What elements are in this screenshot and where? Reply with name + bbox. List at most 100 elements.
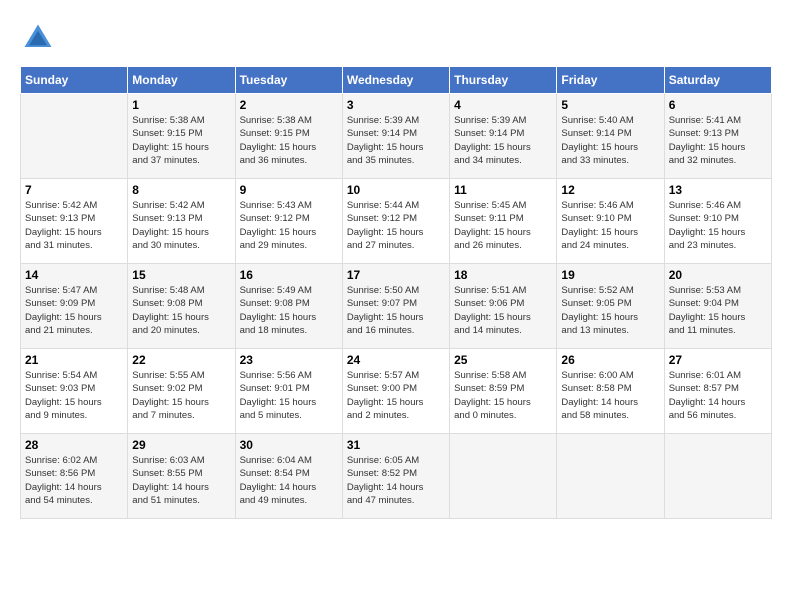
day-info: Sunrise: 5:58 AM Sunset: 8:59 PM Dayligh… xyxy=(454,369,552,422)
column-header-sunday: Sunday xyxy=(21,67,128,94)
calendar-cell: 1 Sunrise: 5:38 AM Sunset: 9:15 PM Daylig… xyxy=(128,94,235,179)
column-header-thursday: Thursday xyxy=(450,67,557,94)
day-info: Sunrise: 5:48 AM Sunset: 9:08 PM Dayligh… xyxy=(132,284,230,337)
day-number: 9 xyxy=(240,183,338,197)
day-info: Sunrise: 6:03 AM Sunset: 8:55 PM Dayligh… xyxy=(132,454,230,507)
calendar-cell: 31 Sunrise: 6:05 AM Sunset: 8:52 PM Dayli… xyxy=(342,434,449,519)
day-number: 8 xyxy=(132,183,230,197)
day-info: Sunrise: 5:43 AM Sunset: 9:12 PM Dayligh… xyxy=(240,199,338,252)
column-header-monday: Monday xyxy=(128,67,235,94)
calendar-cell: 26 Sunrise: 6:00 AM Sunset: 8:58 PM Dayli… xyxy=(557,349,664,434)
calendar-cell: 14 Sunrise: 5:47 AM Sunset: 9:09 PM Dayli… xyxy=(21,264,128,349)
day-number: 18 xyxy=(454,268,552,282)
day-info: Sunrise: 5:39 AM Sunset: 9:14 PM Dayligh… xyxy=(454,114,552,167)
calendar-cell: 22 Sunrise: 5:55 AM Sunset: 9:02 PM Dayli… xyxy=(128,349,235,434)
calendar-cell: 12 Sunrise: 5:46 AM Sunset: 9:10 PM Dayli… xyxy=(557,179,664,264)
day-number: 17 xyxy=(347,268,445,282)
column-header-tuesday: Tuesday xyxy=(235,67,342,94)
calendar-header-row: SundayMondayTuesdayWednesdayThursdayFrid… xyxy=(21,67,772,94)
day-info: Sunrise: 5:51 AM Sunset: 9:06 PM Dayligh… xyxy=(454,284,552,337)
calendar-cell: 24 Sunrise: 5:57 AM Sunset: 9:00 PM Dayli… xyxy=(342,349,449,434)
calendar-cell: 27 Sunrise: 6:01 AM Sunset: 8:57 PM Dayli… xyxy=(664,349,771,434)
day-number: 29 xyxy=(132,438,230,452)
day-info: Sunrise: 5:56 AM Sunset: 9:01 PM Dayligh… xyxy=(240,369,338,422)
day-info: Sunrise: 5:54 AM Sunset: 9:03 PM Dayligh… xyxy=(25,369,123,422)
calendar-cell: 23 Sunrise: 5:56 AM Sunset: 9:01 PM Dayli… xyxy=(235,349,342,434)
logo-icon xyxy=(20,20,56,56)
day-info: Sunrise: 5:55 AM Sunset: 9:02 PM Dayligh… xyxy=(132,369,230,422)
calendar-week-row: 7Sunrise: 5:42 AM Sunset: 9:13 PM Daylig… xyxy=(21,179,772,264)
day-number: 13 xyxy=(669,183,767,197)
day-info: Sunrise: 6:05 AM Sunset: 8:52 PM Dayligh… xyxy=(347,454,445,507)
calendar-cell: 20 Sunrise: 5:53 AM Sunset: 9:04 PM Dayli… xyxy=(664,264,771,349)
day-info: Sunrise: 6:01 AM Sunset: 8:57 PM Dayligh… xyxy=(669,369,767,422)
day-number: 14 xyxy=(25,268,123,282)
day-info: Sunrise: 5:53 AM Sunset: 9:04 PM Dayligh… xyxy=(669,284,767,337)
day-number: 6 xyxy=(669,98,767,112)
calendar-cell: 18 Sunrise: 5:51 AM Sunset: 9:06 PM Dayli… xyxy=(450,264,557,349)
calendar-cell: 2Sunrise: 5:38 AM Sunset: 9:15 PM Daylig… xyxy=(235,94,342,179)
calendar-cell: 6 Sunrise: 5:41 AM Sunset: 9:13 PM Daylig… xyxy=(664,94,771,179)
day-number: 12 xyxy=(561,183,659,197)
header xyxy=(20,20,772,56)
day-info: Sunrise: 5:39 AM Sunset: 9:14 PM Dayligh… xyxy=(347,114,445,167)
day-number: 11 xyxy=(454,183,552,197)
day-number: 27 xyxy=(669,353,767,367)
calendar-cell: 19Sunrise: 5:52 AM Sunset: 9:05 PM Dayli… xyxy=(557,264,664,349)
calendar-cell xyxy=(21,94,128,179)
day-number: 4 xyxy=(454,98,552,112)
day-number: 20 xyxy=(669,268,767,282)
calendar-cell: 7Sunrise: 5:42 AM Sunset: 9:13 PM Daylig… xyxy=(21,179,128,264)
day-info: Sunrise: 5:38 AM Sunset: 9:15 PM Dayligh… xyxy=(240,114,338,167)
day-number: 1 xyxy=(132,98,230,112)
column-header-wednesday: Wednesday xyxy=(342,67,449,94)
day-info: Sunrise: 5:57 AM Sunset: 9:00 PM Dayligh… xyxy=(347,369,445,422)
day-number: 5 xyxy=(561,98,659,112)
day-info: Sunrise: 5:44 AM Sunset: 9:12 PM Dayligh… xyxy=(347,199,445,252)
day-number: 26 xyxy=(561,353,659,367)
day-number: 23 xyxy=(240,353,338,367)
day-info: Sunrise: 5:47 AM Sunset: 9:09 PM Dayligh… xyxy=(25,284,123,337)
day-info: Sunrise: 5:38 AM Sunset: 9:15 PM Dayligh… xyxy=(132,114,230,167)
day-info: Sunrise: 5:45 AM Sunset: 9:11 PM Dayligh… xyxy=(454,199,552,252)
day-number: 28 xyxy=(25,438,123,452)
day-number: 19 xyxy=(561,268,659,282)
day-info: Sunrise: 5:41 AM Sunset: 9:13 PM Dayligh… xyxy=(669,114,767,167)
calendar-cell: 21Sunrise: 5:54 AM Sunset: 9:03 PM Dayli… xyxy=(21,349,128,434)
calendar-table: SundayMondayTuesdayWednesdayThursdayFrid… xyxy=(20,66,772,519)
calendar-cell: 29 Sunrise: 6:03 AM Sunset: 8:55 PM Dayli… xyxy=(128,434,235,519)
calendar-cell: 13Sunrise: 5:46 AM Sunset: 9:10 PM Dayli… xyxy=(664,179,771,264)
calendar-cell: 9 Sunrise: 5:43 AM Sunset: 9:12 PM Daylig… xyxy=(235,179,342,264)
day-number: 31 xyxy=(347,438,445,452)
day-info: Sunrise: 5:42 AM Sunset: 9:13 PM Dayligh… xyxy=(132,199,230,252)
calendar-week-row: 14 Sunrise: 5:47 AM Sunset: 9:09 PM Dayli… xyxy=(21,264,772,349)
day-number: 30 xyxy=(240,438,338,452)
day-number: 24 xyxy=(347,353,445,367)
calendar-cell xyxy=(557,434,664,519)
calendar-cell: 16Sunrise: 5:49 AM Sunset: 9:08 PM Dayli… xyxy=(235,264,342,349)
day-info: Sunrise: 5:40 AM Sunset: 9:14 PM Dayligh… xyxy=(561,114,659,167)
logo xyxy=(20,20,62,56)
calendar-cell: 17Sunrise: 5:50 AM Sunset: 9:07 PM Dayli… xyxy=(342,264,449,349)
calendar-cell xyxy=(450,434,557,519)
day-info: Sunrise: 6:04 AM Sunset: 8:54 PM Dayligh… xyxy=(240,454,338,507)
calendar-cell: 11 Sunrise: 5:45 AM Sunset: 9:11 PM Dayli… xyxy=(450,179,557,264)
calendar-cell: 8 Sunrise: 5:42 AM Sunset: 9:13 PM Daylig… xyxy=(128,179,235,264)
calendar-cell: 30 Sunrise: 6:04 AM Sunset: 8:54 PM Dayli… xyxy=(235,434,342,519)
calendar-cell: 25 Sunrise: 5:58 AM Sunset: 8:59 PM Dayli… xyxy=(450,349,557,434)
day-number: 22 xyxy=(132,353,230,367)
calendar-cell xyxy=(664,434,771,519)
day-info: Sunrise: 6:02 AM Sunset: 8:56 PM Dayligh… xyxy=(25,454,123,507)
day-info: Sunrise: 6:00 AM Sunset: 8:58 PM Dayligh… xyxy=(561,369,659,422)
calendar-cell: 4 Sunrise: 5:39 AM Sunset: 9:14 PM Daylig… xyxy=(450,94,557,179)
calendar-cell: 10 Sunrise: 5:44 AM Sunset: 9:12 PM Dayli… xyxy=(342,179,449,264)
calendar-cell: 5 Sunrise: 5:40 AM Sunset: 9:14 PM Daylig… xyxy=(557,94,664,179)
column-header-saturday: Saturday xyxy=(664,67,771,94)
day-number: 10 xyxy=(347,183,445,197)
day-number: 3 xyxy=(347,98,445,112)
day-number: 25 xyxy=(454,353,552,367)
day-info: Sunrise: 5:46 AM Sunset: 9:10 PM Dayligh… xyxy=(561,199,659,252)
column-header-friday: Friday xyxy=(557,67,664,94)
calendar-week-row: 21Sunrise: 5:54 AM Sunset: 9:03 PM Dayli… xyxy=(21,349,772,434)
calendar-week-row: 1 Sunrise: 5:38 AM Sunset: 9:15 PM Daylig… xyxy=(21,94,772,179)
